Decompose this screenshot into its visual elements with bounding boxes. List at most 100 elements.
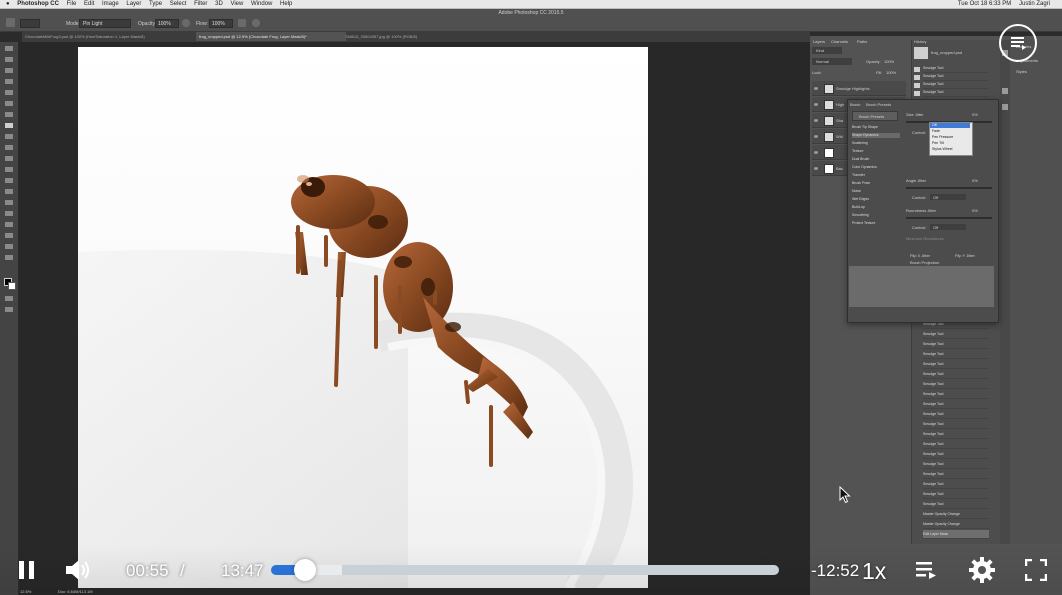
brush-size-picker[interactable] [20, 19, 40, 28]
airbrush-icon[interactable] [238, 19, 246, 27]
history-snapshot-name[interactable]: frog_cropped.psd [931, 50, 962, 55]
history-step-current[interactable]: Edit Layer Mask [923, 530, 989, 539]
history-brush-tool-icon[interactable] [5, 145, 13, 150]
quick-mask-icon[interactable] [5, 296, 13, 301]
visibility-eye-icon[interactable] [814, 151, 818, 154]
brush-option-build-up[interactable]: Build-up [852, 205, 900, 210]
tab-stock-image[interactable]: 768615_93504357.jpg @ 100% (RGB/8) [342, 32, 458, 41]
history-snapshot-thumbnail[interactable] [914, 47, 928, 59]
move-tool-icon[interactable] [5, 46, 13, 51]
tab-frog-cropped[interactable]: frog_cropped.psd @ 12.5% (Chocolate Frog… [196, 32, 346, 41]
history-step[interactable]: Smudge Tool [923, 370, 989, 379]
type-tool-icon[interactable] [5, 211, 13, 216]
dropdown-option-stylus-wheel[interactable]: Stylus Wheel [932, 147, 952, 151]
brush-option-noise[interactable]: Noise [852, 189, 900, 194]
volume-icon[interactable] [64, 557, 92, 583]
menu-filter[interactable]: Filter [194, 0, 207, 8]
healing-brush-tool-icon[interactable] [5, 112, 13, 117]
playlist-icon[interactable] [915, 559, 939, 581]
history-step[interactable]: Smudge Tool [923, 350, 989, 359]
visibility-eye-icon[interactable] [814, 167, 818, 170]
fill-value[interactable]: 100% [886, 70, 896, 75]
styles-icon[interactable] [1002, 104, 1008, 110]
history-step[interactable]: Smudge Tool [923, 480, 989, 489]
history-step[interactable]: Smudge Tool [923, 430, 989, 439]
brush-option-brush-pose[interactable]: Brush Pose [852, 181, 900, 186]
marquee-tool-icon[interactable] [5, 57, 13, 62]
menu-select[interactable]: Select [170, 0, 187, 8]
pen-tool-icon[interactable] [5, 200, 13, 205]
layer-name[interactable]: Whi [836, 134, 843, 139]
gradient-tool-icon[interactable] [5, 167, 13, 172]
history-step[interactable]: Smudge Tool [923, 440, 989, 449]
brush-tool-icon[interactable] [5, 123, 13, 128]
flip-x-jitter-checkbox[interactable]: Flip X Jitter [910, 253, 930, 258]
visibility-eye-icon[interactable] [814, 119, 818, 122]
mode-select[interactable]: Pin Light [79, 19, 131, 28]
pause-icon[interactable] [17, 560, 37, 580]
shape-tool-icon[interactable] [5, 233, 13, 238]
brush-tool-preset-icon[interactable] [6, 18, 15, 27]
brush-option-scattering[interactable]: Scattering [852, 141, 900, 146]
zoom-tool-icon[interactable] [5, 255, 13, 260]
layer-name[interactable]: Bac [836, 166, 843, 171]
visibility-eye-icon[interactable] [814, 103, 818, 106]
hand-tool-icon[interactable] [5, 244, 13, 249]
menu-help[interactable]: Help [280, 0, 292, 8]
eraser-tool-icon[interactable] [5, 156, 13, 161]
history-step[interactable]: Smudge Tool [923, 490, 989, 499]
brush-option-transfer[interactable]: Transfer [852, 173, 900, 178]
fullscreen-icon[interactable] [1025, 559, 1047, 581]
brush-tip-shape[interactable]: Brush Tip Shape [852, 125, 900, 130]
tab-brush-presets[interactable]: Brush Presets [866, 102, 891, 107]
app-menu[interactable]: Photoshop CC [17, 0, 59, 8]
layer-name[interactable]: Sha [836, 118, 843, 123]
menu-layer[interactable]: Layer [126, 0, 141, 8]
blend-mode-select[interactable]: Normal [812, 58, 852, 65]
history-step[interactable]: Smudge Tool [923, 420, 989, 429]
opacity-field[interactable]: 100% [155, 19, 179, 28]
dropdown-option-fade[interactable]: Fade [932, 129, 940, 133]
brush-option-protect-texture[interactable]: Protect Texture [852, 221, 900, 226]
layers-opacity-value[interactable]: 100% [884, 59, 894, 64]
crop-tool-icon[interactable] [5, 90, 13, 95]
history-step[interactable]: Smudge Tool [923, 88, 989, 97]
roundness-jitter-slider[interactable] [906, 217, 992, 219]
screen-mode-icon[interactable] [5, 307, 13, 312]
brush-option-smoothing[interactable]: Smoothing [852, 213, 900, 218]
dropdown-option-pen-pressure[interactable]: Pen Pressure [932, 135, 953, 139]
dropdown-option-off[interactable]: Off [932, 123, 937, 127]
menu-edit[interactable]: Edit [84, 0, 94, 8]
brush-option-dual-brush[interactable]: Dual Brush [852, 157, 900, 162]
angle-jitter-slider[interactable] [906, 187, 992, 189]
history-step[interactable]: Master Opacity Change [923, 510, 989, 519]
background-color-swatch[interactable] [8, 282, 16, 290]
layer-name[interactable]: Smudge Highlights [836, 86, 870, 91]
history-step[interactable]: Smudge Tool [923, 400, 989, 409]
roundness-control-select[interactable]: Off [930, 224, 966, 230]
brush-option-shape-dynamics[interactable]: Shape Dynamics [852, 133, 900, 138]
apple-menu-icon[interactable]: ● [6, 0, 10, 8]
layer-filter-kind[interactable]: Kind [812, 47, 842, 54]
history-step[interactable]: Smudge Tool [923, 340, 989, 349]
document-canvas[interactable] [78, 47, 648, 588]
adjustments-icon[interactable] [1002, 88, 1008, 94]
styles-label[interactable]: Styles [1016, 69, 1027, 74]
pressure-opacity-icon[interactable] [182, 19, 190, 27]
tab-channels[interactable]: Channels [831, 39, 848, 44]
quick-select-tool-icon[interactable] [5, 79, 13, 84]
chapters-button[interactable] [999, 24, 1037, 62]
scrubber-handle[interactable] [293, 559, 316, 581]
history-step[interactable]: Smudge Tool [923, 410, 989, 419]
lasso-tool-icon[interactable] [5, 68, 13, 73]
progress-track[interactable] [271, 565, 779, 575]
angle-control-select[interactable]: Off [930, 194, 966, 200]
brush-option-wet-edges[interactable]: Wet Edges [852, 197, 900, 202]
tab-paths[interactable]: Paths [857, 39, 867, 44]
flip-y-jitter-checkbox[interactable]: Flip Y Jitter [955, 253, 975, 258]
tab-brush[interactable]: Brush [850, 102, 860, 107]
menu-type[interactable]: Type [149, 0, 162, 8]
playback-speed-button[interactable]: 1x [862, 558, 886, 585]
layer-name[interactable]: High [836, 102, 844, 107]
history-step[interactable]: Smudge Tool [923, 500, 989, 509]
